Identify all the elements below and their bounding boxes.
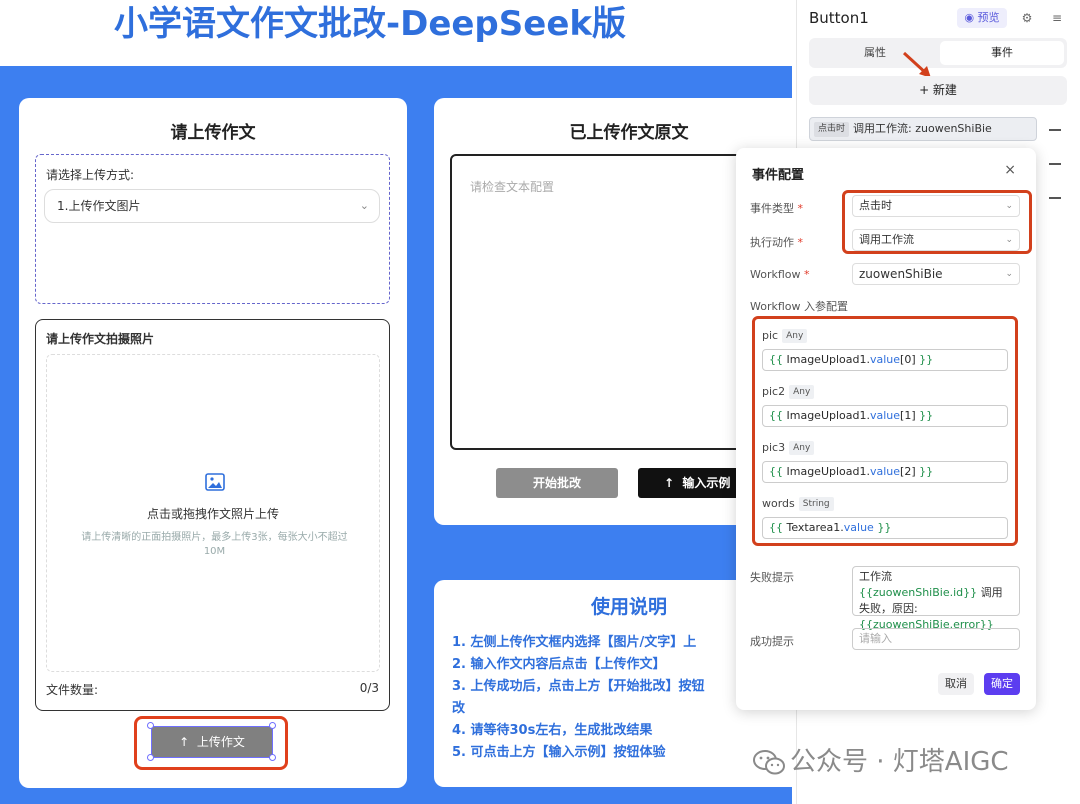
dialog-title: 事件配置 [752,168,805,183]
event-type-value: 点击时 [859,199,892,212]
resize-handle[interactable] [269,754,276,761]
list-item: 3. 上传成功后，点击上方【开始批改】按钮 [452,679,705,694]
upload-essay-button[interactable]: ↑ 上传作文 [151,726,273,758]
list-item: 4. 请等待30s左右，生成批改结果 [452,723,653,738]
event-type-label: 事件类型 * [750,202,803,215]
action-label: 执行动作 * [750,236,803,249]
param-name: pic2 Any [762,385,815,399]
param-expression-input[interactable]: {{ ImageUpload1.value[0] }} [762,349,1008,371]
fail-message-input[interactable]: 工作流 {{zuowenShiBie.id}} 调用失败，原因: {{zuowe… [852,566,1020,631]
chevron-down-icon: ⌄ [1005,269,1013,279]
cancel-button[interactable]: 取消 [938,673,974,695]
preview-button[interactable]: ◉ 预览 [957,8,1007,28]
event-trigger-tag: 点击时 [814,121,850,137]
image-icon [205,473,225,491]
param-name: words String [762,497,834,511]
param-type-tag: Any [789,385,815,399]
watermark: 公众号 · 灯塔AIGC [752,742,1072,782]
resize-handle[interactable] [147,754,154,761]
success-message-label: 成功提示 [750,635,794,648]
photo-upload-container: 请上传作文拍摄照片 点击或拖拽作文照片上传 请上传清晰的正面拍摄照片，最多上传3… [35,319,390,711]
action-select[interactable]: 调用工作流 ⌄ [852,229,1020,251]
upload-card-title: 请上传作文 [170,123,256,143]
drop-zone-hint: 请上传清晰的正面拍摄照片，最多上传3张，每张大小不超过10M [81,532,348,557]
arrow-up-icon: ↑ [179,735,190,749]
upload-essay-label: 上传作文 [196,735,245,749]
param-type-tag: Any [782,329,808,343]
gear-icon[interactable]: ⚙ [1017,8,1037,28]
workflow-label: Workflow * [750,268,810,281]
event-config-dialog: 事件配置 × 事件类型 * 点击时 ⌄ 执行动作 * 调用工作流 ⌄ Workf… [736,148,1036,710]
param-expression-input[interactable]: {{ ImageUpload1.value[1] }} [762,405,1008,427]
upload-method-container: 请选择上传方式: 1.上传作文图片 ⌄ [35,154,390,304]
event-list-item[interactable]: 点击时 调用工作流: zuowenShiBie [809,117,1037,141]
event-type-select[interactable]: 点击时 ⌄ [852,195,1020,217]
remove-event-icon[interactable] [1049,129,1061,131]
file-count-label: 文件数量: [46,683,99,697]
param-type-tag: Any [789,441,815,455]
original-text-placeholder: 请检查文本配置 [470,180,555,194]
new-event-button[interactable]: + 新建 [809,76,1067,105]
list-item: 改 [452,701,466,716]
watermark-text: 公众号 · 灯塔AIGC [790,747,1009,777]
param-expression-input[interactable]: {{ Textarea1.value }} [762,517,1008,539]
start-correction-button[interactable]: 开始批改 [496,468,618,498]
panel-tabs: 属性 事件 [809,38,1067,68]
param-name: pic Any [762,329,808,343]
fail-message-label: 失败提示 [750,571,794,584]
component-name: Button1 [809,9,869,27]
list-item: 5. 可点击上方【输入示例】按钮体验 [452,745,666,760]
preview-label: 预览 [977,11,1000,24]
resize-handle[interactable] [147,722,154,729]
resize-handle[interactable] [269,722,276,729]
upload-card: 请上传作文 请选择上传方式: 1.上传作文图片 ⌄ 请上传作文拍摄照片 点击或拖… [19,98,407,788]
upload-method-label: 请选择上传方式: [46,168,135,182]
remove-event-icon[interactable] [1049,163,1061,165]
chevron-down-icon: ⌄ [1005,201,1013,211]
original-text-area[interactable]: 请检查文本配置 [450,154,750,450]
upload-button-highlight: ↑ 上传作文 [134,716,288,770]
upload-method-select[interactable]: 1.上传作文图片 ⌄ [44,189,380,223]
close-icon[interactable]: × [1004,162,1016,178]
list-item: 1. 左侧上传作文框内选择【图片/文字】上 [452,635,697,650]
remove-event-icon[interactable] [1049,197,1061,199]
app-header: 小学语文作文批改-DeepSeek版 [0,0,790,66]
usage-guide-list: 1. 左侧上传作文框内选择【图片/文字】上 2. 输入作文内容后点击【上传作文】… [452,632,752,764]
workflow-value: zuowenShiBie [859,267,943,281]
tab-events[interactable]: 事件 [940,41,1064,65]
event-item-text: 调用工作流: zuowenShiBie [853,122,992,135]
workflow-select[interactable]: zuowenShiBie ⌄ [852,263,1020,285]
arrow-up-icon: ↑ [664,476,675,490]
input-example-label: 输入示例 [682,476,731,490]
workflow-params-label: Workflow 入参配置 [750,300,849,313]
chevron-down-icon: ⌄ [1005,235,1013,245]
action-value: 调用工作流 [859,233,914,246]
photo-upload-label: 请上传作文拍摄照片 [46,332,155,346]
page-title: 小学语文作文批改-DeepSeek版 [113,4,626,44]
success-message-input[interactable]: 请输入 [852,628,1020,650]
app-canvas: 请上传作文 请选择上传方式: 1.上传作文图片 ⌄ 请上传作文拍摄照片 点击或拖… [0,66,804,804]
param-type-tag: String [798,497,834,511]
original-card-title: 已上传作文原文 [569,123,689,143]
chevron-down-icon: ⌄ [359,199,369,212]
param-name: pic3 Any [762,441,815,455]
upload-method-value: 1.上传作文图片 [57,199,141,213]
list-item: 2. 输入作文内容后点击【上传作文】 [452,657,666,672]
play-icon: ◉ [964,11,975,24]
confirm-button[interactable]: 确定 [984,673,1020,695]
menu-icon[interactable]: ≡ [1047,8,1067,28]
file-count-value: 0/3 [359,681,379,695]
drop-zone-title: 点击或拖拽作文照片上传 [146,507,279,521]
wechat-icon [753,749,785,774]
param-expression-input[interactable]: {{ ImageUpload1.value[2] }} [762,461,1008,483]
photo-drop-zone[interactable]: 点击或拖拽作文照片上传 请上传清晰的正面拍摄照片，最多上传3张，每张大小不超过1… [46,354,380,672]
